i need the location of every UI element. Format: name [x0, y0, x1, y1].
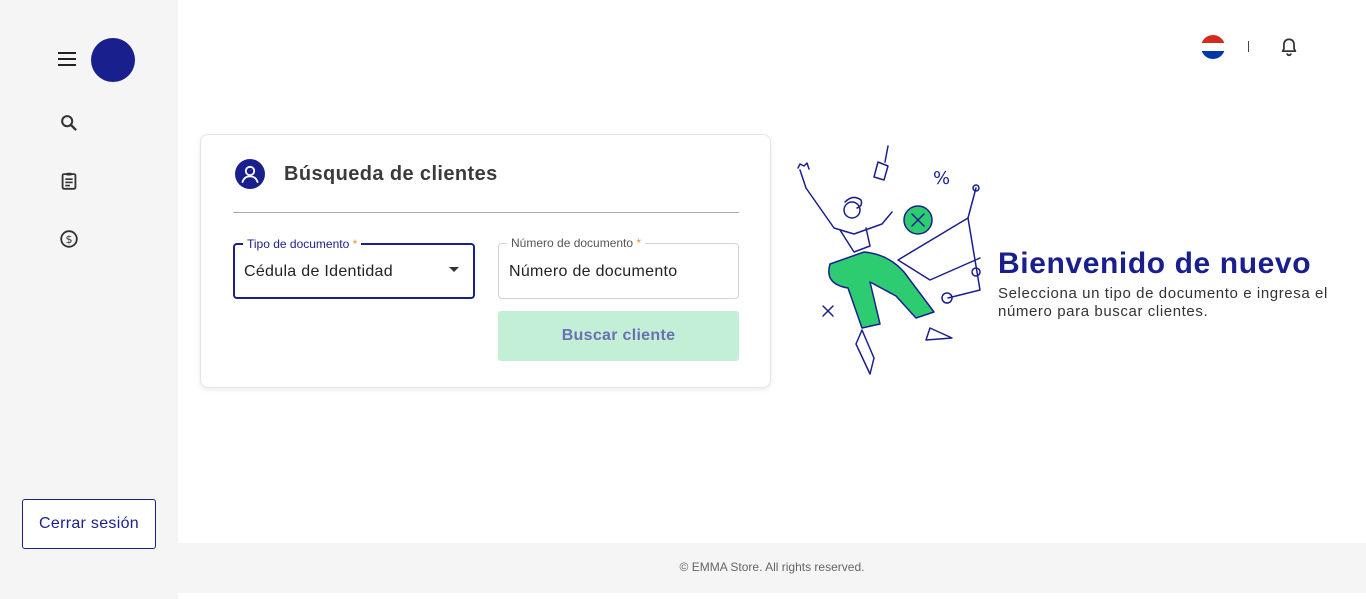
footer-copyright: © EMMA Store. All rights reserved.: [679, 560, 865, 574]
document-type-label: Tipo de documento *: [243, 237, 362, 251]
logout-button[interactable]: Cerrar sesión: [22, 499, 156, 549]
topbar-divider: [1248, 41, 1249, 52]
dollar-icon[interactable]: $: [58, 228, 80, 250]
client-search-card: Búsqueda de clientes Tipo de documento *…: [200, 134, 771, 388]
card-divider: [233, 212, 739, 213]
search-client-button[interactable]: Buscar cliente: [498, 311, 739, 361]
footer: © EMMA Store. All rights reserved.: [178, 543, 1366, 593]
welcome-text: Selecciona un tipo de documento e ingres…: [998, 285, 1328, 320]
document-type-value: Cédula de Identidad: [244, 263, 393, 280]
menu-icon[interactable]: [56, 50, 78, 68]
document-number-field[interactable]: Número de documento * Número de document…: [498, 236, 739, 299]
svg-text:$: $: [66, 233, 73, 246]
document-number-label: Número de documento *: [507, 236, 646, 250]
sidebar: $ Cerrar sesión: [0, 0, 178, 599]
document-type-select[interactable]: Tipo de documento * Cédula de Identidad: [233, 237, 475, 299]
card-title: Búsqueda de clientes: [284, 163, 498, 185]
bell-icon[interactable]: [1278, 36, 1300, 58]
welcome-title: Bienvenido de nuevo: [998, 247, 1312, 280]
shopping-illustration: %: [790, 140, 990, 380]
document-number-placeholder[interactable]: Número de documento: [509, 263, 677, 281]
search-icon[interactable]: [58, 112, 80, 134]
avatar[interactable]: [91, 38, 135, 82]
svg-text:%: %: [933, 168, 950, 189]
clipboard-icon[interactable]: [58, 170, 80, 192]
user-icon: [235, 159, 265, 189]
paraguay-flag-icon[interactable]: [1201, 35, 1225, 59]
caret-down-icon: [449, 267, 459, 272]
